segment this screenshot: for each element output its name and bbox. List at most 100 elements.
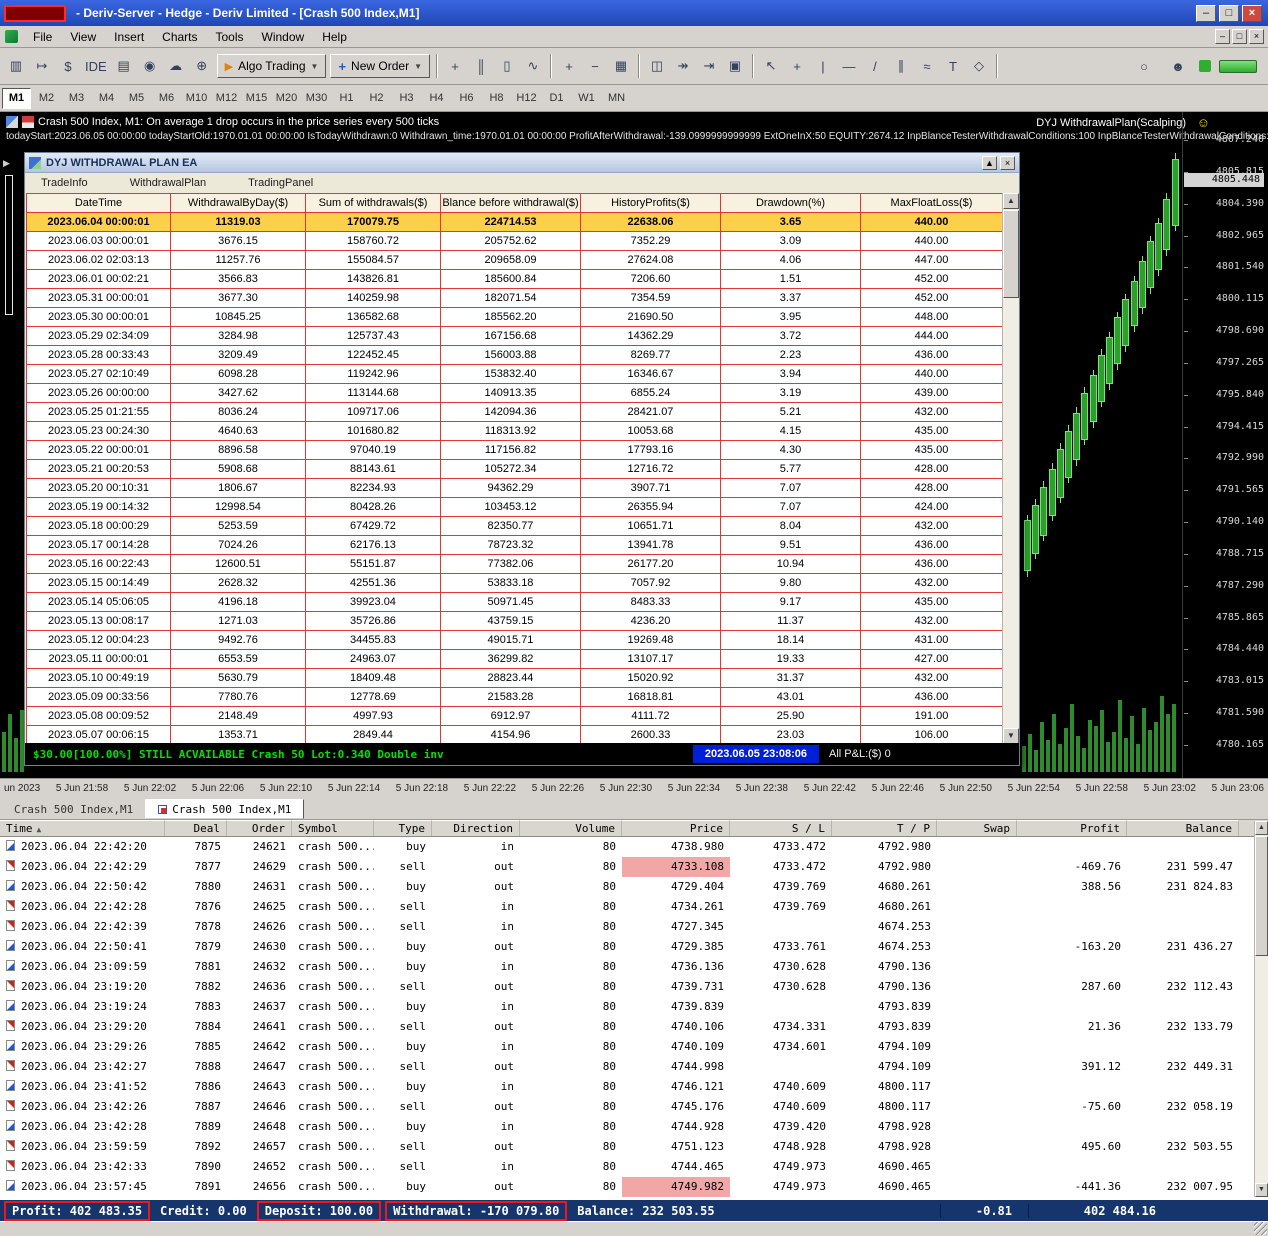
ea-table-row[interactable]: 2023.05.08 00:09:522148.494997.936912.97… [27,707,1003,726]
one-click-trading-toggle[interactable]: ▶ [3,158,10,169]
ea-collapse-button[interactable]: ▲ [982,156,997,170]
menu-insert[interactable]: Insert [105,27,153,47]
menu-file[interactable]: File [24,27,61,47]
price-scale[interactable]: 4807.2404805.8154804.3904802.9654801.540… [1183,112,1268,778]
toolbox-column-header[interactable]: Volume [520,820,622,836]
trade-row[interactable]: 2023.06.04 23:19:24788324637crash 500...… [0,997,1254,1017]
scroll-up-icon[interactable]: ▲ [1255,821,1268,835]
timeframe-m3[interactable]: M3 [62,88,91,109]
text-icon[interactable]: T [941,54,965,78]
timeframe-h2[interactable]: H2 [362,88,391,109]
trade-row[interactable]: 2023.06.04 23:42:28788924648crash 500...… [0,1117,1254,1137]
horizontal-line-icon[interactable]: — [837,54,861,78]
toolbox-column-header[interactable]: Swap [937,820,1017,836]
timeframe-m12[interactable]: M12 [212,88,241,109]
ide-icon[interactable]: IDE [82,54,110,78]
equidistant-channel-icon[interactable]: ∥ [889,54,913,78]
ea-table-row[interactable]: 2023.05.16 00:22:4312600.5155151.8777382… [27,555,1003,574]
toolbox-column-header[interactable]: Order [227,820,292,836]
ea-table-row[interactable]: 2023.05.27 02:10:496098.28119242.9615383… [27,365,1003,384]
line-mode-icon[interactable]: ∿ [521,54,545,78]
shift-end-icon[interactable]: ⇥ [697,54,721,78]
close-button[interactable]: × [1242,5,1262,22]
menu-tools[interactable]: Tools [207,27,253,47]
timeframe-m1[interactable]: M1 [2,88,31,109]
ea-table-row[interactable]: 2023.05.25 01:21:558036.24109717.0614209… [27,403,1003,422]
ea-table-row[interactable]: 2023.05.15 00:14:492628.3242551.3653833.… [27,574,1003,593]
candles-mode-icon[interactable]: ▯ [495,54,519,78]
timeframe-h6[interactable]: H6 [452,88,481,109]
timeframe-d1[interactable]: D1 [542,88,571,109]
trade-row[interactable]: 2023.06.04 22:42:20787524621crash 500...… [0,837,1254,857]
timeframe-m6[interactable]: M6 [152,88,181,109]
trade-row[interactable]: 2023.06.04 23:41:52788624643crash 500...… [0,1077,1254,1097]
scroll-down-icon[interactable]: ▼ [1003,728,1019,744]
fibonacci-icon[interactable]: ≈ [915,54,939,78]
ea-table-row[interactable]: 2023.05.23 00:24:304640.63101680.8211831… [27,422,1003,441]
ea-table-row[interactable]: 2023.06.02 02:03:1311257.76155084.572096… [27,251,1003,270]
ea-table-row[interactable]: 2023.06.04 00:00:0111319.03170079.752247… [27,213,1003,232]
trade-row[interactable]: 2023.06.04 22:42:39787824626crash 500...… [0,917,1254,937]
toolbox-column-header[interactable]: Balance [1127,820,1239,836]
trendline-icon[interactable]: / [863,54,887,78]
ea-panel-titlebar[interactable]: DYJ WITHDRAWAL PLAN EA ▲ × [25,153,1019,173]
ea-close-button[interactable]: × [1000,156,1015,170]
trade-row[interactable]: 2023.06.04 23:19:20788224636crash 500...… [0,977,1254,997]
toolbox-column-header[interactable]: Direction [432,820,520,836]
timeframe-m10[interactable]: M10 [182,88,211,109]
toolbox-column-header[interactable]: Deal [165,820,227,836]
ea-tab-withdrawalplan[interactable]: WithdrawalPlan [130,177,206,189]
ea-table-scrollbar[interactable]: ▲ ▼ [1002,193,1018,744]
resize-grip[interactable] [1254,1222,1267,1235]
ea-tab-tradingpanel[interactable]: TradingPanel [248,177,313,189]
search-icon[interactable]: ○ [1132,54,1156,78]
trade-row[interactable]: 2023.06.04 22:42:28787624625crash 500...… [0,897,1254,917]
community-icon[interactable]: ⊕ [190,54,214,78]
timeframe-m5[interactable]: M5 [122,88,151,109]
autoshift-icon[interactable]: ↦ [30,54,54,78]
ea-table-row[interactable]: 2023.05.28 00:33:433209.49122452.4515600… [27,346,1003,365]
menu-charts[interactable]: Charts [153,27,206,47]
scroll-down-icon[interactable]: ▼ [1255,1183,1268,1197]
timeframe-h12[interactable]: H12 [512,88,541,109]
menu-view[interactable]: View [61,27,105,47]
ea-table-row[interactable]: 2023.05.10 00:49:195630.7918409.4828823.… [27,669,1003,688]
timeframe-m2[interactable]: M2 [32,88,61,109]
time-axis[interactable]: un 20235 Jun 21:585 Jun 22:025 Jun 22:06… [0,778,1268,797]
chart-type-icon[interactable]: ▥ [4,54,28,78]
timeframe-h4[interactable]: H4 [422,88,451,109]
trade-row[interactable]: 2023.06.04 22:42:29787724629crash 500...… [0,857,1254,877]
ea-table-row[interactable]: 2023.05.12 00:04:239492.7634455.8349015.… [27,631,1003,650]
ea-table-row[interactable]: 2023.05.30 00:00:0110845.25136582.681855… [27,308,1003,327]
ea-table-row[interactable]: 2023.05.21 00:20:535908.6888143.61105272… [27,460,1003,479]
ea-table-row[interactable]: 2023.06.03 00:00:013676.15158760.7220575… [27,232,1003,251]
trade-row[interactable]: 2023.06.04 23:42:33789024652crash 500...… [0,1157,1254,1177]
restore-button[interactable]: □ [1219,5,1239,22]
chart-area[interactable]: Crash 500 Index, M1: On average 1 drop o… [0,112,1268,778]
trade-row[interactable]: 2023.06.04 23:42:27788824647crash 500...… [0,1057,1254,1077]
algo-trading-button[interactable]: ▶Algo Trading▼ [217,54,327,78]
scrollbar-thumb[interactable] [1255,836,1268,956]
toolbox-column-header[interactable]: Price [622,820,730,836]
chart-minimize-button[interactable]: – [1215,29,1230,44]
crosshair-tool-icon[interactable]: + [785,54,809,78]
toolbox-column-header[interactable]: Type [374,820,432,836]
menu-window[interactable]: Window [253,27,314,47]
vertical-line-icon[interactable]: | [811,54,835,78]
menu-help[interactable]: Help [313,27,356,47]
toolbox-scrollbar[interactable]: ▲ ▼ [1254,821,1268,1197]
arrow-objects-icon[interactable]: ◇ [967,54,991,78]
new-order-button[interactable]: +New Order▼ [330,54,430,78]
ea-table-row[interactable]: 2023.05.22 00:00:018896.5897040.19117156… [27,441,1003,460]
ea-tab-tradeinfo[interactable]: TradeInfo [41,177,88,189]
timeframe-m30[interactable]: M30 [302,88,331,109]
trade-row[interactable]: 2023.06.04 22:50:41787924630crash 500...… [0,937,1254,957]
ea-table-row[interactable]: 2023.05.19 00:14:3212998.5480428.2610345… [27,498,1003,517]
trade-row[interactable]: 2023.06.04 23:29:26788524642crash 500...… [0,1037,1254,1057]
ea-table-row[interactable]: 2023.05.09 00:33:567780.7612778.6921583.… [27,688,1003,707]
timeframe-h8[interactable]: H8 [482,88,511,109]
ea-table-row[interactable]: 2023.05.13 00:08:171271.0335726.8643759.… [27,612,1003,631]
timeframe-m15[interactable]: M15 [242,88,271,109]
ea-table-row[interactable]: 2023.05.17 00:14:287024.2662176.1378723.… [27,536,1003,555]
ea-table-row[interactable]: 2023.06.01 00:02:213566.83143826.8118560… [27,270,1003,289]
